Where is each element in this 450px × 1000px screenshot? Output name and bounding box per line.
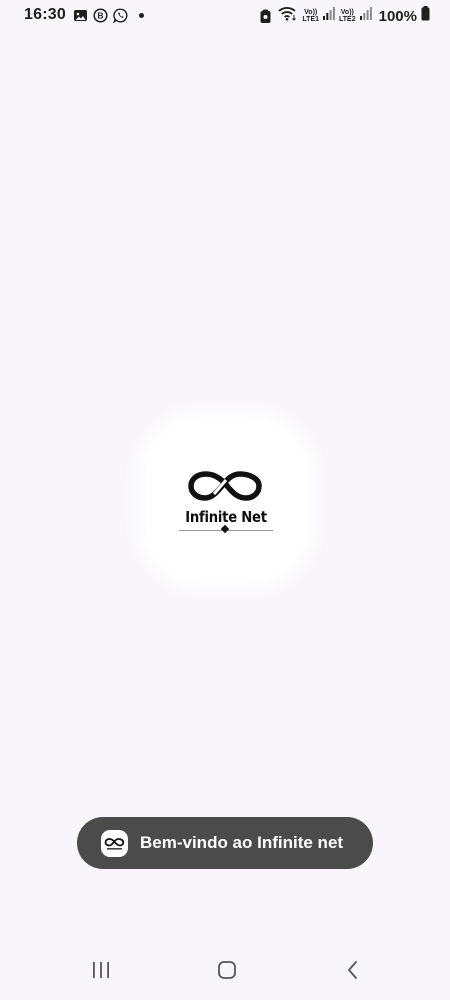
app-icon bbox=[101, 829, 128, 857]
sim1-volte-label: Vo)) bbox=[304, 9, 318, 16]
recent-apps-icon bbox=[91, 961, 111, 984]
splash-logo: Infinite Net bbox=[146, 420, 306, 580]
navigation-bar bbox=[0, 945, 450, 1000]
status-bar: 16:30 B Vo)) LTE1 Vo)) LTE2 100% bbox=[0, 0, 450, 32]
brand-name: Infinite Net bbox=[185, 508, 267, 526]
dot-icon bbox=[138, 12, 144, 18]
sim2-label: Vo)) LTE2 bbox=[339, 9, 356, 23]
home-button[interactable] bbox=[212, 959, 242, 985]
battery-icon bbox=[421, 6, 430, 26]
toast-message: Bem-vindo ao Infinite net bbox=[140, 833, 344, 852]
sim2-signal-icon bbox=[359, 7, 372, 25]
whatsapp-icon bbox=[112, 7, 128, 24]
sim2-volte-label: Vo)) bbox=[340, 9, 354, 16]
b-badge-icon: B bbox=[93, 7, 108, 23]
sim1-lte-label: LTE1 bbox=[302, 16, 320, 23]
infinity-logo-icon bbox=[188, 470, 264, 507]
status-bar-left: 16:30 B bbox=[24, 6, 144, 24]
battery-percent: 100% bbox=[378, 7, 417, 25]
back-icon bbox=[345, 960, 361, 985]
clock: 16:30 bbox=[24, 6, 66, 23]
status-bar-right: Vo)) LTE1 Vo)) LTE2 100% bbox=[259, 6, 430, 26]
welcome-toast: Bem-vindo ao Infinite net bbox=[77, 817, 373, 869]
home-icon bbox=[217, 960, 237, 985]
sim1-label: Vo)) LTE1 bbox=[302, 9, 319, 23]
sim1-signal-icon bbox=[323, 7, 335, 25]
sim2-lte-label: LTE2 bbox=[339, 16, 356, 23]
brand-diamond-icon bbox=[220, 524, 230, 534]
nfc-lock-icon bbox=[259, 9, 274, 24]
svg-text:B: B bbox=[97, 10, 103, 20]
gallery-icon bbox=[73, 8, 88, 23]
back-button[interactable] bbox=[338, 959, 368, 985]
wifi-icon bbox=[278, 6, 298, 26]
recent-apps-button[interactable] bbox=[86, 959, 116, 985]
